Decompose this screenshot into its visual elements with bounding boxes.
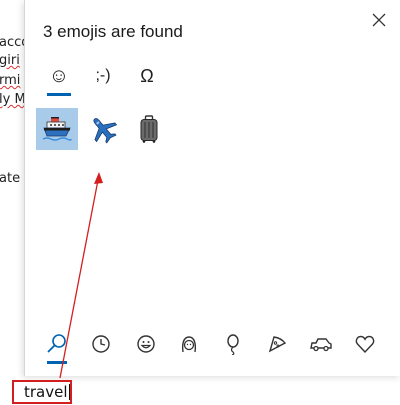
emoji-panel: 3 emojis are found ☺ ;-) Ω (24, 0, 400, 376)
doc-line: ate (0, 171, 21, 186)
doc-line: giri (0, 53, 20, 68)
omega-icon: Ω (140, 65, 154, 86)
emoji-airplane[interactable] (82, 108, 124, 150)
tab-symbols[interactable]: Ω (127, 58, 167, 94)
category-transport[interactable] (303, 324, 339, 364)
close-button[interactable] (367, 8, 391, 32)
tab-kaomoji[interactable]: ;-) (83, 58, 123, 94)
emoji-ship[interactable] (36, 108, 78, 150)
category-food[interactable] (259, 324, 295, 364)
airplane-icon (93, 118, 118, 144)
category-smileys[interactable] (128, 324, 164, 364)
smiley-icon: ☺ (48, 64, 70, 87)
tab-emoji[interactable]: ☺ (39, 58, 79, 96)
category-celebration[interactable] (215, 324, 251, 364)
emoji-luggage[interactable] (128, 108, 170, 150)
text-caret (68, 384, 70, 400)
search-icon (47, 334, 66, 353)
doc-line: rmi (0, 73, 21, 88)
category-symbols-heart[interactable] (347, 324, 383, 364)
heart-icon (355, 335, 375, 354)
pizza-icon (268, 336, 287, 353)
panel-title: 3 emojis are found (43, 22, 183, 41)
category-recent[interactable] (83, 324, 119, 364)
clock-icon (92, 335, 110, 353)
person-icon (181, 336, 197, 353)
kaomoji-label: ;-) (95, 67, 111, 84)
category-bar (25, 324, 400, 368)
search-text: travel (24, 383, 68, 401)
category-search[interactable] (39, 324, 75, 364)
emoji-results (36, 108, 186, 152)
category-people[interactable] (171, 324, 207, 364)
close-icon (372, 13, 386, 27)
balloon-icon (227, 334, 239, 355)
search-input[interactable]: travel (12, 380, 72, 404)
ship-icon (42, 117, 72, 141)
smiley-face-icon (137, 335, 155, 353)
doc-line: ly M (0, 92, 26, 107)
tab-bar: ☺ ;-) Ω (39, 58, 239, 98)
luggage-icon (140, 115, 158, 143)
car-icon (310, 338, 332, 352)
